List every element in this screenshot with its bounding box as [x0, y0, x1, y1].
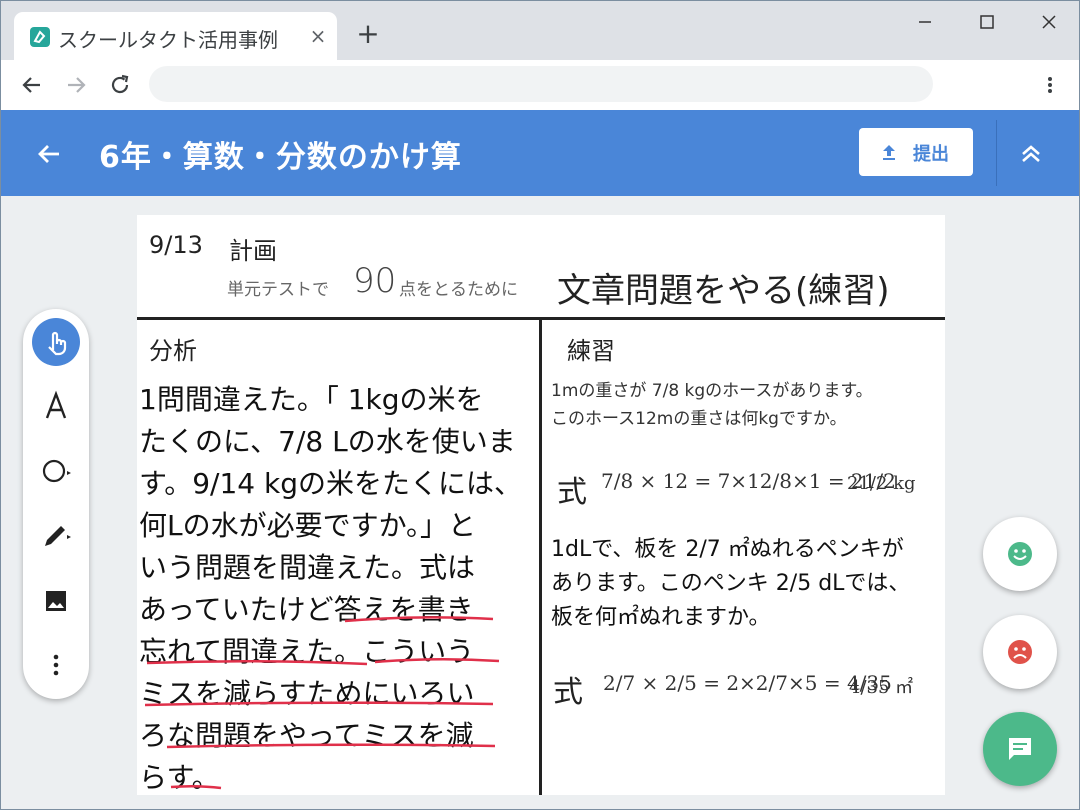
formula-label-1: 式: [557, 475, 587, 510]
worksheet[interactable]: 9/13 計画 単元テストで 90 点をとるために 文章問題をやる(練習) 分析…: [137, 215, 945, 795]
pen-tool-icon[interactable]: [32, 511, 80, 559]
goal-main: 文章問題をやる(練習): [557, 271, 890, 311]
minimize-icon[interactable]: [905, 7, 945, 37]
maximize-icon[interactable]: [967, 7, 1007, 37]
more-tools-icon[interactable]: [32, 641, 80, 689]
problem2-line: 板を何㎡ぬれますか。: [551, 605, 771, 630]
smile-icon: [1008, 542, 1032, 566]
back-nav-icon[interactable]: [17, 70, 47, 100]
schooltakt-favicon-icon: [30, 27, 50, 47]
practice-heading: 練習: [567, 337, 615, 365]
browser-toolbar: [1, 60, 1079, 110]
good-reaction-button[interactable]: [983, 517, 1057, 591]
practice-problem-1: 1mの重さが 7/8 kgのホースがあります。 このホース12mの重さは何kgで…: [551, 377, 941, 433]
reload-icon[interactable]: [105, 70, 135, 100]
tab-close-icon[interactable]: ×: [306, 24, 330, 48]
problem2-line: あります。このペンキ 2/5 dLでは、: [551, 571, 911, 596]
formula-label-2: 式: [553, 675, 583, 710]
tab-strip: スクールタクト活用事例 × +: [1, 1, 1079, 60]
text-tool-icon[interactable]: [32, 382, 80, 430]
page-title: 6年・算数・分数のかけ算: [99, 140, 462, 175]
image-tool-icon[interactable]: [32, 577, 80, 625]
submit-button[interactable]: 提出: [859, 128, 973, 176]
frown-icon: [1008, 640, 1032, 664]
problem2-line: 1dLで、板を 2/7 ㎡ぬれるペンキが: [551, 537, 904, 562]
shape-tool-icon[interactable]: [32, 447, 80, 495]
app-header: 6年・算数・分数のかけ算 提出: [1, 110, 1079, 196]
browser-window: スクールタクト活用事例 × + 6年・算数・分数のかけ算 提出 9/13 計画 …: [0, 0, 1080, 810]
pointer-tool-icon[interactable]: [32, 318, 80, 366]
tool-palette: [23, 309, 89, 699]
answer-1: 21/2 kg: [847, 473, 916, 494]
problem1-line: このホース12mの重さは何kgですか。: [551, 409, 847, 429]
submit-label: 提出: [913, 144, 949, 165]
header-divider: [996, 120, 997, 186]
forward-nav-icon[interactable]: [61, 70, 91, 100]
comment-button[interactable]: [983, 712, 1057, 786]
collapse-chevron-icon[interactable]: [1015, 138, 1047, 170]
answer-2: 4/35 ㎡: [849, 677, 914, 698]
bad-reaction-button[interactable]: [983, 615, 1057, 689]
workspace: 9/13 計画 単元テストで 90 点をとるために 文章問題をやる(練習) 分析…: [1, 196, 1079, 809]
address-bar[interactable]: [149, 66, 933, 102]
chat-icon: [1009, 738, 1031, 760]
back-arrow-icon[interactable]: [35, 140, 63, 168]
browser-tab[interactable]: スクールタクト活用事例 ×: [14, 12, 337, 60]
window-close-icon[interactable]: [1029, 7, 1069, 37]
practice-problem-2: 1dLで、板を 2/7 ㎡ぬれるペンキが あります。このペンキ 2/5 dLでは…: [551, 533, 941, 635]
new-tab-button[interactable]: +: [355, 20, 381, 48]
red-underline-marks: [144, 616, 500, 790]
tab-title: スクールタクト活用事例: [58, 28, 278, 52]
browser-menu-icon[interactable]: [1039, 70, 1061, 100]
upload-icon: [883, 145, 895, 160]
problem1-line: 1mの重さが 7/8 kgのホースがあります。: [551, 381, 873, 401]
